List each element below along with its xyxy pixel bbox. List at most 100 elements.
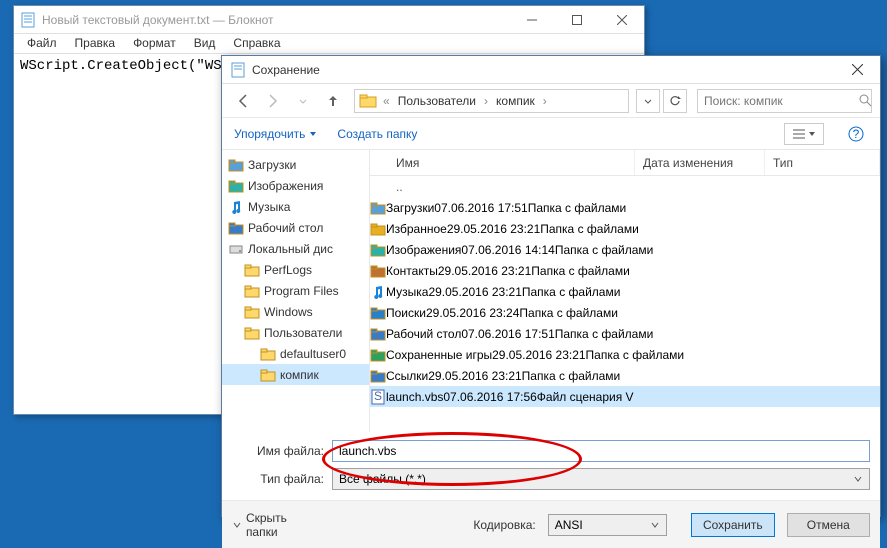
- folder-tree[interactable]: Загрузки ИзображенияМузыкаРабочий столЛок…: [222, 150, 370, 432]
- save-dialog-titlebar[interactable]: Сохранение: [222, 56, 880, 84]
- column-date[interactable]: Дата изменения: [635, 150, 765, 175]
- file-type: Папка с файлами: [522, 369, 621, 383]
- address-bar[interactable]: « Пользователи › компик ›: [354, 89, 629, 113]
- file-row[interactable]: Контакты29.05.2016 23:21Папка с файлами: [370, 260, 880, 281]
- breadcrumb-folder[interactable]: компик: [494, 94, 537, 108]
- vbs-icon: S: [370, 389, 386, 405]
- file-row[interactable]: Поиски29.05.2016 23:24Папка с файлами: [370, 302, 880, 323]
- filetype-label: Тип файла:: [232, 472, 332, 486]
- organize-button[interactable]: Упорядочить: [234, 127, 317, 141]
- svg-text:?: ?: [853, 127, 860, 141]
- hide-folders-button[interactable]: Скрыть папки: [232, 511, 321, 539]
- tree-item-label: PerfLogs: [264, 263, 312, 277]
- file-type: Папка с файлами: [555, 327, 654, 341]
- maximize-button[interactable]: [554, 6, 599, 34]
- file-row[interactable]: Музыка29.05.2016 23:21Папка с файлами: [370, 281, 880, 302]
- tree-item[interactable]: Загрузки: [222, 154, 369, 175]
- folder-icon: [359, 92, 377, 110]
- file-name: launch.vbs: [386, 390, 443, 404]
- file-list[interactable]: Имя Дата изменения Тип .. Загрузки07.06.…: [370, 150, 880, 432]
- file-row[interactable]: Изображения07.06.2016 14:14Папка с файла…: [370, 239, 880, 260]
- back-button[interactable]: [230, 88, 256, 114]
- file-name: Рабочий стол: [386, 327, 461, 341]
- filetype-combo[interactable]: Все файлы (*.*): [332, 468, 870, 490]
- file-list-header[interactable]: Имя Дата изменения Тип: [370, 150, 880, 176]
- file-row[interactable]: Ссылки29.05.2016 23:21Папка с файлами: [370, 365, 880, 386]
- file-date: 29.05.2016 23:21: [447, 222, 540, 236]
- notepad-icon: [20, 12, 36, 28]
- file-type: Папка с файлами: [528, 201, 627, 215]
- folder-icon: [260, 346, 276, 362]
- save-button[interactable]: Сохранить: [691, 513, 774, 537]
- tree-item[interactable]: Пользователи: [222, 322, 369, 343]
- up-button[interactable]: [320, 88, 346, 114]
- favorites-icon: [370, 221, 386, 237]
- contacts-icon: [370, 263, 386, 279]
- chevron-icon[interactable]: «: [381, 94, 392, 108]
- close-button[interactable]: [599, 6, 644, 34]
- breadcrumb-root[interactable]: Пользователи: [396, 94, 478, 108]
- tree-item[interactable]: defaultuser0: [222, 343, 369, 364]
- menu-file[interactable]: Файл: [18, 34, 66, 53]
- refresh-button[interactable]: [663, 89, 687, 113]
- file-row[interactable]: Загрузки07.06.2016 17:51Папка с файлами: [370, 197, 880, 218]
- address-dropdown[interactable]: [636, 89, 660, 113]
- filename-input[interactable]: [332, 440, 870, 462]
- file-name: Изображения: [386, 243, 461, 257]
- tree-item[interactable]: Изображения: [222, 175, 369, 196]
- file-row[interactable]: Slaunch.vbs07.06.2016 17:56Файл сценария…: [370, 386, 880, 407]
- search-input[interactable]: [704, 94, 859, 108]
- tree-item[interactable]: Windows: [222, 301, 369, 322]
- minimize-button[interactable]: [509, 6, 554, 34]
- help-button[interactable]: ?: [844, 122, 868, 146]
- recent-dropdown[interactable]: [290, 88, 316, 114]
- chevron-down-icon: [650, 520, 660, 530]
- menu-help[interactable]: Справка: [224, 34, 289, 53]
- navigation-bar: « Пользователи › компик ›: [222, 84, 880, 118]
- file-date: 29.05.2016 23:21: [428, 369, 521, 383]
- file-date: 29.05.2016 23:21: [428, 285, 521, 299]
- file-name: Ссылки: [386, 369, 428, 383]
- pictures-icon: [228, 178, 244, 194]
- encoding-label: Кодировка:: [473, 518, 535, 532]
- chevron-right-icon[interactable]: ›: [541, 94, 549, 108]
- file-row[interactable]: Рабочий стол07.06.2016 17:51Папка с файл…: [370, 323, 880, 344]
- tree-item[interactable]: компик: [222, 364, 369, 385]
- file-name: Музыка: [386, 285, 428, 299]
- tree-item[interactable]: Локальный дис: [222, 238, 369, 259]
- file-row[interactable]: Избранное29.05.2016 23:21Папка с файлами: [370, 218, 880, 239]
- chevron-right-icon[interactable]: ›: [482, 94, 490, 108]
- search-icon: [859, 94, 872, 107]
- tree-item-label: компик: [280, 368, 319, 382]
- tree-item-label: Windows: [264, 305, 313, 319]
- notepad-titlebar[interactable]: Новый текстовый документ.txt — Блокнот: [14, 6, 644, 34]
- tree-item[interactable]: Program Files: [222, 280, 369, 301]
- close-button[interactable]: [835, 56, 880, 84]
- column-name[interactable]: Имя: [370, 150, 635, 175]
- search-box[interactable]: [697, 89, 872, 113]
- tree-item[interactable]: Музыка: [222, 196, 369, 217]
- folder-icon: [244, 325, 260, 341]
- cancel-button[interactable]: Отмена: [787, 513, 870, 537]
- encoding-combo[interactable]: ANSI: [548, 514, 667, 536]
- tree-item-label: Загрузки: [248, 158, 296, 172]
- save-dialog-icon: [230, 62, 246, 78]
- music-icon: [228, 199, 244, 215]
- view-button[interactable]: [784, 123, 824, 145]
- tree-item[interactable]: PerfLogs: [222, 259, 369, 280]
- downloads-icon: [370, 200, 386, 216]
- up-folder-row[interactable]: ..: [370, 176, 880, 197]
- file-date: 29.05.2016 23:24: [426, 306, 519, 320]
- new-folder-button[interactable]: Создать папку: [337, 127, 417, 141]
- forward-button[interactable]: [260, 88, 286, 114]
- column-type[interactable]: Тип: [765, 150, 880, 175]
- file-type: Папка с файлами: [540, 222, 639, 236]
- tree-item[interactable]: Рабочий стол: [222, 217, 369, 238]
- file-row[interactable]: Сохраненные игры29.05.2016 23:21Папка с …: [370, 344, 880, 365]
- svg-text:S: S: [374, 389, 382, 403]
- chevron-down-icon: [853, 474, 863, 484]
- tree-item-label: defaultuser0: [280, 347, 346, 361]
- menu-edit[interactable]: Правка: [66, 34, 125, 53]
- menu-format[interactable]: Формат: [124, 34, 185, 53]
- menu-view[interactable]: Вид: [185, 34, 225, 53]
